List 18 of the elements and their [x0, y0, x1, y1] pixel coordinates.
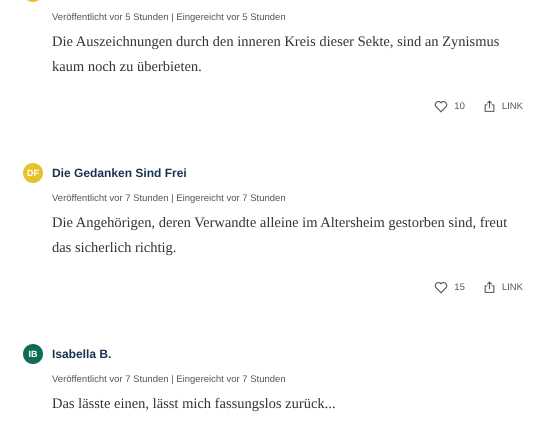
timestamp: Veröffentlicht vor 7 Stunden | Eingereicht vor 7 Stunden: [52, 192, 287, 206]
timestamp: Veröffentlicht vor 5 Stunden | Eingereicht vor 5 Stunden: [52, 11, 287, 25]
share-icon: [482, 100, 496, 112]
avatar: DF: [23, 163, 43, 183]
link-button[interactable]: LINK: [502, 100, 523, 112]
link-button[interactable]: LINK: [502, 282, 523, 292]
comment-text: Die Auszeichnungen durch den inneren Kreis dieser Sekte, sind an Zynismus kaum noch zu überbieten.: [52, 33, 500, 77]
author-name: Isabella B.: [52, 347, 112, 361]
like-count: 15: [454, 282, 465, 292]
author-name: Die Gedanken Sind Frei: [52, 166, 187, 180]
heart-icon[interactable]: [434, 100, 448, 112]
comment-text: Das lässte einen, lässt mich fassungslos zurück...: [52, 395, 337, 414]
timestamp: Veröffentlicht vor 7 Stunden | Eingereicht vor 7 Stunden: [52, 373, 287, 387]
heart-icon[interactable]: [434, 280, 448, 294]
comment-text: Die Angehörigen, deren Verwandte alleine im Altersheim gestorben sind, freut das sicherlich richtig.: [52, 214, 508, 258]
share-icon: [482, 280, 496, 294]
avatar: IB: [23, 344, 43, 364]
like-count: 10: [454, 100, 465, 112]
